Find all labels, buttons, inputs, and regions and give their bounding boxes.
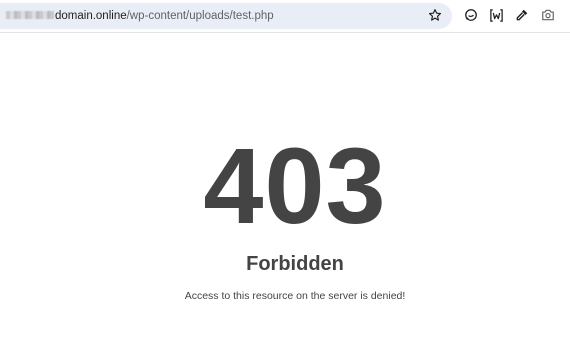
w-extension-icon[interactable] (489, 8, 505, 24)
url-path: /wp-content/uploads/test.php (126, 10, 274, 22)
star-icon[interactable] (428, 8, 444, 24)
browser-toolbar: domain.online/wp-content/uploads/test.ph… (0, 0, 570, 33)
error-title: Forbidden (246, 253, 344, 275)
camera-icon[interactable] (541, 8, 557, 24)
redacted-subdomain (6, 11, 54, 19)
url-text[interactable]: domain.online/wp-content/uploads/test.ph… (6, 9, 274, 23)
eyedropper-icon[interactable] (515, 8, 531, 24)
address-bar[interactable]: domain.online/wp-content/uploads/test.ph… (0, 3, 452, 29)
url-host: domain.online (55, 10, 127, 22)
error-message: Access to this resource on the server is… (184, 290, 406, 302)
error-code: 403 (203, 125, 387, 246)
chat-extension-icon[interactable] (464, 8, 480, 24)
